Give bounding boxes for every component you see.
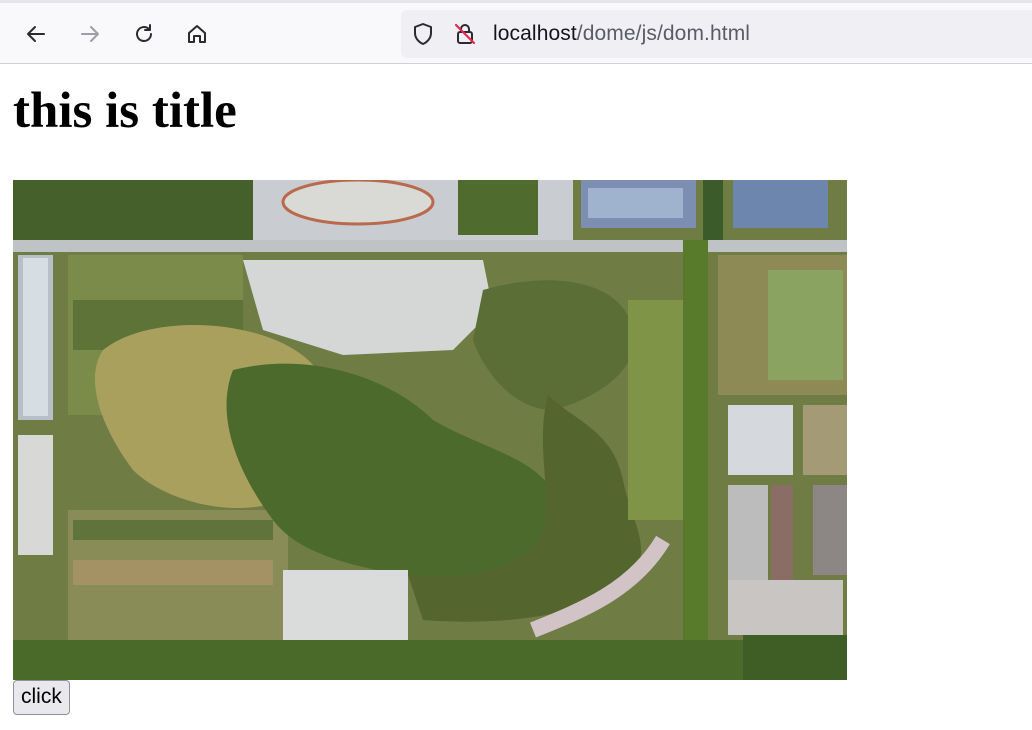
arrow-left-icon (27, 26, 45, 42)
shield-icon[interactable] (411, 22, 435, 46)
url-path: /dome/js/dom.html (576, 22, 751, 45)
reload-button[interactable] (130, 20, 158, 48)
forward-button[interactable] (76, 20, 104, 48)
home-icon (188, 25, 206, 43)
insecure-lock-icon[interactable] (453, 22, 477, 46)
arrow-right-icon (81, 26, 99, 42)
address-bar[interactable]: localhost/dome/js/dom.html (401, 10, 1032, 58)
url-host: localhost (493, 22, 577, 45)
home-button[interactable] (183, 20, 211, 48)
url-text[interactable]: localhost/dome/js/dom.html (493, 22, 750, 46)
page-title: this is title (13, 83, 237, 139)
aerial-park-image (13, 180, 847, 680)
click-button[interactable]: click (13, 680, 70, 715)
page-content: this is title click (0, 83, 1032, 715)
back-button[interactable] (22, 20, 50, 48)
reload-icon (136, 24, 152, 42)
browser-toolbar: localhost/dome/js/dom.html (0, 3, 1032, 64)
